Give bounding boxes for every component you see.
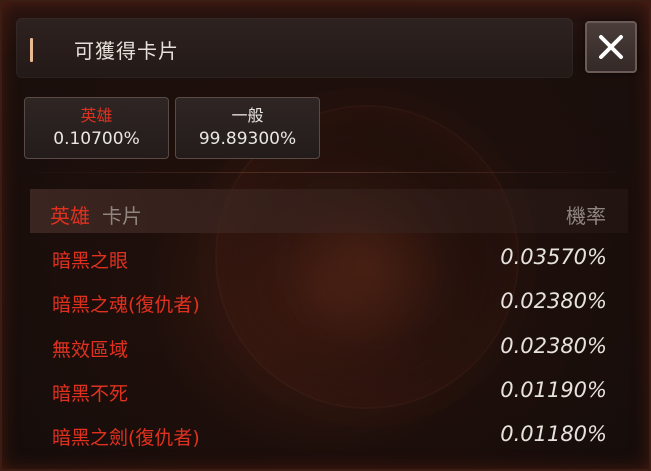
tab-hero-label: 英雄 <box>80 106 113 125</box>
panel-title: 可獲得卡片 <box>74 39 179 63</box>
close-icon <box>599 35 623 59</box>
tab-normal-label: 一般 <box>231 106 264 125</box>
card-rate: 0.01190% <box>500 378 607 402</box>
card-name: 暗黑之劍(復仇者) <box>52 427 200 449</box>
tab-hero[interactable]: 英雄 0.10700% <box>24 97 169 159</box>
table-row: 無效區域 0.02380% <box>30 326 628 370</box>
tab-hero-percentage: 0.10700% <box>53 129 140 149</box>
card-rate: 0.02380% <box>500 334 607 358</box>
tab-normal[interactable]: 一般 99.89300% <box>175 97 320 159</box>
table-header-card: 卡片 <box>102 204 142 228</box>
card-name: 無效區域 <box>52 339 129 361</box>
table-row: 暗黑之眼 0.03570% <box>30 237 628 281</box>
table-row: 暗黑之魂(復仇者) 0.02380% <box>30 281 628 325</box>
card-rate: 0.01180% <box>500 422 607 446</box>
tab-normal-percentage: 99.89300% <box>198 129 297 149</box>
table-row: 暗黑不死 0.01190% <box>30 370 628 414</box>
section-divider <box>24 172 628 173</box>
card-rate: 0.03570% <box>500 245 607 269</box>
card-name: 暗黑不死 <box>52 383 129 405</box>
title-accent-bar <box>30 38 33 62</box>
card-rate: 0.02380% <box>500 289 607 313</box>
card-name: 暗黑之眼 <box>52 250 129 272</box>
close-button[interactable] <box>585 21 637 73</box>
card-name: 暗黑之魂(復仇者) <box>52 294 200 316</box>
table-row: 暗黑之劍(復仇者) 0.01180% <box>30 414 628 458</box>
table-header-rate: 機率 <box>566 204 606 228</box>
table-header-grade: 英雄 <box>50 204 90 228</box>
